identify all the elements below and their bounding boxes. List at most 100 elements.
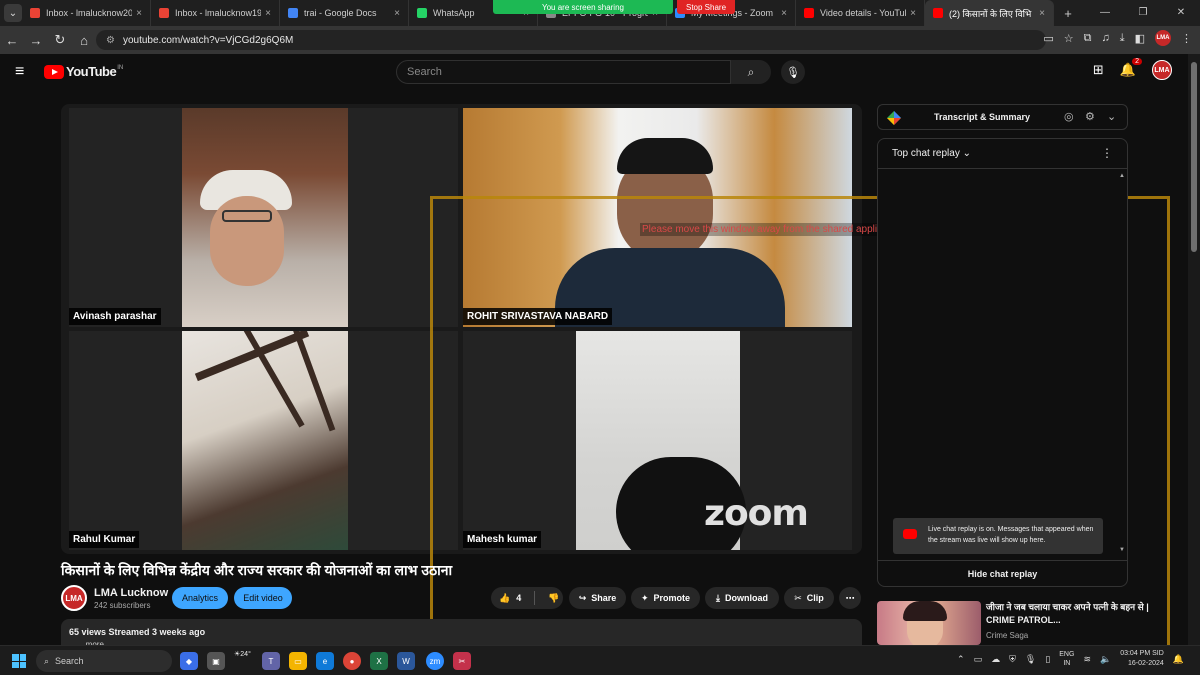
- thumbs-down-icon[interactable]: 👎: [548, 593, 559, 604]
- snipping-tool-icon[interactable]: ✂: [453, 652, 471, 670]
- hide-chat-button[interactable]: Hide chat replay: [878, 560, 1127, 586]
- windows-start-icon[interactable]: [12, 654, 26, 668]
- live-chat-panel: Top chat replay ⌄ ⋮ ▲ Live chat replay i…: [877, 138, 1128, 587]
- language-indicator[interactable]: ENG IN: [1059, 650, 1074, 668]
- task-view-icon[interactable]: ▣: [207, 652, 225, 670]
- scroll-down-icon[interactable]: ▼: [1119, 547, 1125, 553]
- restore-icon[interactable]: ❐: [1124, 0, 1162, 26]
- share-warning-text: Please move this window away from the sh…: [640, 223, 909, 236]
- clip-button[interactable]: ✂ Clip: [784, 587, 834, 609]
- scrollbar-thumb[interactable]: [1191, 62, 1197, 252]
- video-player[interactable]: Avinash parashar ROHIT SRIVASTAVA NABARD…: [61, 104, 862, 554]
- notification-count-badge: 2: [1132, 58, 1142, 65]
- avatar[interactable]: LMA: [1152, 60, 1172, 80]
- edit-video-button[interactable]: Edit video: [234, 587, 292, 609]
- share-button[interactable]: ↪ Share: [569, 587, 626, 609]
- extensions-icon[interactable]: ⧉: [1084, 32, 1092, 45]
- promote-button[interactable]: ✦ Promote: [631, 587, 700, 609]
- clock-time: 03:04 PM SID: [1120, 650, 1164, 657]
- tab-search-dropdown-icon[interactable]: ⌄: [4, 4, 22, 22]
- ai-icon[interactable]: ◎: [1064, 110, 1074, 123]
- copilot-icon[interactable]: ◆: [180, 652, 198, 670]
- browser-tab[interactable]: (2) किसानों के लिए विभि ×: [925, 0, 1054, 26]
- recommended-title[interactable]: जीजा ने जब चलाया चाकर अपने पत्नी के बहन …: [986, 601, 1166, 627]
- notifications-bell-icon[interactable]: 🔔 2: [1120, 58, 1142, 78]
- edge-icon[interactable]: e: [316, 652, 334, 670]
- meet-now-icon[interactable]: ▭: [974, 654, 983, 665]
- chevron-down-icon[interactable]: ⌄: [1107, 110, 1116, 123]
- system-clock[interactable]: 03:04 PM SID 16-02-2024: [1120, 649, 1164, 669]
- word-icon[interactable]: W: [397, 652, 415, 670]
- download-label: Download: [724, 593, 768, 603]
- security-icon[interactable]: ⛨: [1009, 654, 1016, 665]
- header-actions: ⊞ 🔔 2 LMA: [1093, 58, 1172, 80]
- forward-arrow-icon[interactable]: →: [24, 33, 48, 48]
- browser-tab[interactable]: Inbox - lmalucknow1976@ ×: [151, 0, 280, 26]
- chat-mode-dropdown[interactable]: Top chat replay ⌄: [892, 148, 971, 159]
- browser-tab[interactable]: trai - Google Docs ×: [280, 0, 409, 26]
- excel-icon[interactable]: X: [370, 652, 388, 670]
- search-button[interactable]: ⌕: [731, 60, 771, 84]
- view-count-date: 65 views Streamed 3 weeks ago: [69, 627, 206, 637]
- page-scrollbar[interactable]: [1188, 54, 1200, 645]
- close-window-icon[interactable]: ✕: [1162, 0, 1200, 26]
- browser-menu-icon[interactable]: ⋮: [1181, 32, 1192, 45]
- microphone-tray-icon[interactable]: 🎙: [1025, 654, 1036, 665]
- back-arrow-icon[interactable]: ←: [0, 33, 24, 48]
- browser-tab[interactable]: Inbox - lmalucknow2016@ ×: [22, 0, 151, 26]
- file-explorer-icon[interactable]: ▭: [289, 652, 307, 670]
- youtube-logo[interactable]: YouTube IN: [44, 64, 123, 79]
- more-actions-button[interactable]: ⋯: [839, 587, 861, 609]
- onedrive-icon[interactable]: ☁: [991, 654, 1000, 665]
- channel-avatar[interactable]: LMA: [61, 585, 87, 611]
- search-icon: ⌕: [44, 655, 50, 666]
- recommended-thumbnail[interactable]: [877, 601, 981, 645]
- analytics-button[interactable]: Analytics: [172, 587, 228, 609]
- create-icon[interactable]: ⊞: [1093, 62, 1104, 78]
- hamburger-menu-icon[interactable]: ≡: [15, 63, 24, 81]
- tab-close-icon[interactable]: ×: [394, 8, 400, 19]
- window-controls: — ❐ ✕: [1086, 0, 1200, 26]
- search-input[interactable]: Search: [396, 60, 731, 84]
- battery-icon[interactable]: ▯: [1045, 654, 1050, 665]
- notification-center-icon[interactable]: 🔔: [1173, 654, 1184, 665]
- teams-icon[interactable]: T: [262, 652, 280, 670]
- reload-icon[interactable]: ↻: [48, 32, 72, 48]
- recommended-video[interactable]: जीजा ने जब चलाया चाकर अपने पत्नी के बहन …: [877, 601, 1187, 645]
- home-icon[interactable]: ⌂: [72, 33, 96, 48]
- download-button[interactable]: ⤓ Download: [705, 587, 779, 609]
- subscriber-count: 242 subscribers: [94, 601, 151, 610]
- scroll-up-icon[interactable]: ▲: [1119, 173, 1125, 179]
- like-button[interactable]: 👍 4: [499, 593, 521, 604]
- voice-search-button[interactable]: 🎙: [781, 60, 805, 84]
- participant-video: [182, 331, 348, 550]
- media-control-icon[interactable]: ♫: [1101, 32, 1109, 44]
- tab-close-icon[interactable]: ×: [136, 8, 142, 19]
- system-tray: ⌃ ▭ ☁ ⛨ 🎙 ▯ ENG IN ≋ 🔈 03:04 PM SID 16-02-…: [957, 649, 1184, 669]
- profile-avatar[interactable]: LMA: [1155, 30, 1171, 46]
- stop-share-button[interactable]: Stop Share: [677, 0, 735, 14]
- browser-tab[interactable]: Video details - YouTube S ×: [796, 0, 925, 26]
- chevron-up-icon[interactable]: ⌃: [957, 654, 965, 665]
- downloads-icon[interactable]: ⤓: [1120, 32, 1125, 45]
- bookmark-star-icon[interactable]: ☆: [1064, 32, 1074, 45]
- zoom-app-icon[interactable]: zm: [426, 652, 444, 670]
- weather-widget[interactable]: ☀24°: [234, 650, 251, 658]
- chat-menu-icon[interactable]: ⋮: [1101, 146, 1113, 160]
- tab-close-icon[interactable]: ×: [1039, 8, 1045, 19]
- settings-gear-icon[interactable]: ⚙: [1085, 110, 1095, 123]
- taskbar-search[interactable]: ⌕ Search: [36, 650, 172, 672]
- volume-icon[interactable]: 🔈: [1100, 654, 1111, 665]
- tab-close-icon[interactable]: ×: [265, 8, 271, 19]
- tab-close-icon[interactable]: ×: [910, 8, 916, 19]
- channel-name[interactable]: LMA Lucknow: [94, 587, 168, 599]
- new-tab-button[interactable]: +: [1058, 6, 1078, 21]
- chrome-icon[interactable]: ●: [343, 652, 361, 670]
- site-info-icon[interactable]: ⚙: [106, 35, 115, 46]
- wifi-icon[interactable]: ≋: [1083, 654, 1091, 665]
- cast-icon[interactable]: ▭: [1043, 32, 1053, 45]
- address-bar[interactable]: ⚙ youtube.com/watch?v=VjCGd2g6Q6M: [96, 30, 1046, 50]
- minimize-icon[interactable]: —: [1086, 0, 1124, 26]
- tab-close-icon[interactable]: ×: [781, 8, 787, 19]
- side-panel-icon[interactable]: ◧: [1135, 32, 1145, 45]
